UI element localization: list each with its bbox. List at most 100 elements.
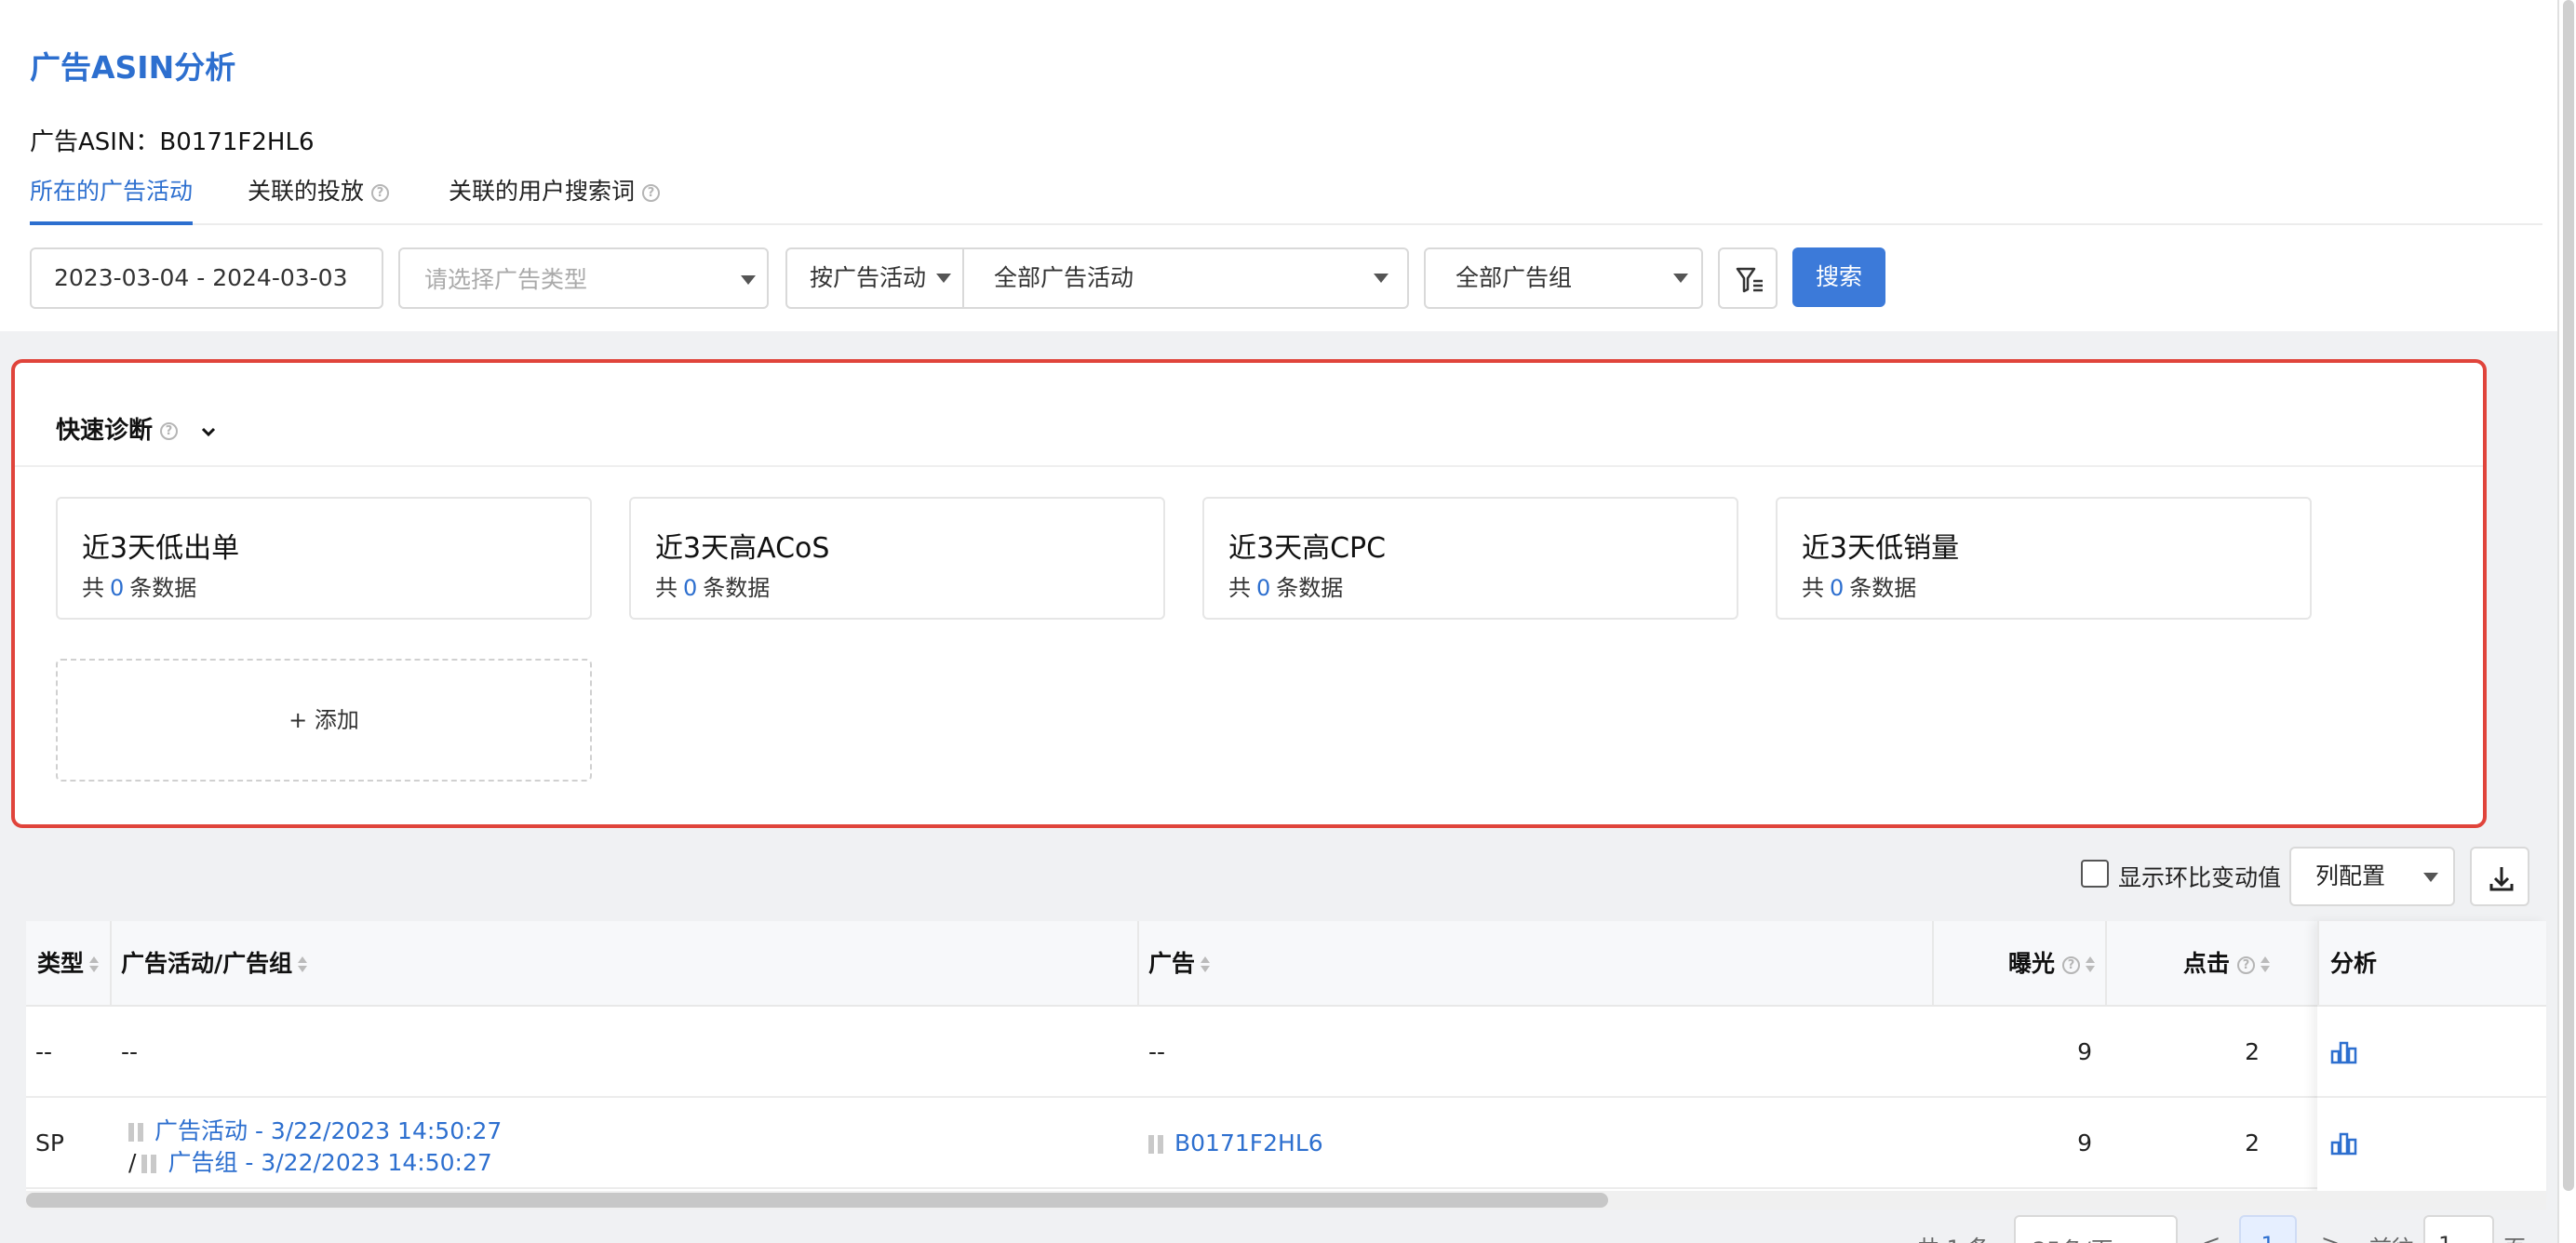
date-range-picker[interactable]: 2023-03-04 - 2024-03-03 bbox=[30, 247, 383, 309]
cell-campaign: -- bbox=[121, 1038, 139, 1065]
scrollbar-thumb[interactable] bbox=[26, 1193, 1608, 1208]
quick-diagnose-header[interactable]: 快速诊断? bbox=[56, 411, 218, 446]
total-count: 共 1 条 bbox=[1917, 1230, 1991, 1243]
diagnose-card-high-acos[interactable]: 近3天高ACoS 共 0 条数据 bbox=[629, 497, 1165, 620]
advanced-filter-button[interactable] bbox=[1718, 247, 1778, 309]
ad-group-link[interactable]: 广告组 - 3/22/2023 14:50:27 bbox=[141, 1149, 492, 1176]
bar-chart-icon[interactable] bbox=[2330, 1040, 2358, 1064]
header-label: 类型 bbox=[37, 950, 85, 977]
header-type[interactable]: 类型 bbox=[37, 921, 100, 1007]
count-value: 0 bbox=[1256, 575, 1271, 601]
scrollbar-thumb[interactable] bbox=[2563, 0, 2574, 1191]
tab-search-terms[interactable]: 关联的用户搜索词? bbox=[449, 173, 661, 225]
header-impressions[interactable]: 曝光? bbox=[2008, 921, 2096, 1007]
page-suffix: 页 bbox=[2503, 1230, 2526, 1243]
page-title: 广告ASIN分析 bbox=[30, 49, 236, 86]
pause-icon bbox=[128, 1123, 143, 1142]
help-icon: ? bbox=[2062, 956, 2081, 974]
add-diagnose-button[interactable]: + 添加 bbox=[56, 659, 592, 782]
download-button[interactable] bbox=[2470, 847, 2529, 906]
data-table: 类型 广告活动/广告组 广告 曝光? 点击? -- -- -- 9 2 SP 广… bbox=[26, 921, 2546, 1198]
next-page-icon[interactable]: > bbox=[2321, 1230, 2340, 1243]
sort-icon bbox=[1201, 956, 1211, 973]
column-config-label: 列配置 bbox=[2315, 862, 2386, 889]
column-config-select[interactable]: 列配置 bbox=[2289, 847, 2455, 906]
vertical-scrollbar[interactable] bbox=[2557, 0, 2576, 1243]
header-analysis: 分析 bbox=[2317, 921, 2546, 1007]
tab-label: 关联的投放 bbox=[248, 178, 365, 205]
group-prefix: / bbox=[128, 1149, 137, 1176]
tab-bar: 所在的广告活动 关联的投放? 关联的用户搜索词? bbox=[30, 173, 2542, 225]
ad-asin: B0171F2HL6 bbox=[1174, 1129, 1323, 1156]
divider bbox=[110, 921, 112, 1007]
card-title: 近3天高CPC bbox=[1228, 532, 1387, 565]
show-change-checkbox[interactable] bbox=[2081, 860, 2109, 888]
tab-targeting[interactable]: 关联的投放? bbox=[248, 173, 390, 225]
card-count: 共 0 条数据 bbox=[1228, 569, 1343, 602]
count-prefix: 共 bbox=[82, 575, 104, 601]
campaign-link[interactable]: 广告活动 - 3/22/2023 14:50:27 bbox=[128, 1113, 502, 1146]
divider bbox=[1137, 921, 1139, 1007]
help-icon: ? bbox=[371, 183, 390, 202]
ad-group-select[interactable]: 全部广告组 bbox=[1424, 247, 1703, 309]
campaign-value: 全部广告活动 bbox=[994, 264, 1134, 291]
campaign-name: 广告活动 - 3/22/2023 14:50:27 bbox=[154, 1117, 503, 1144]
download-icon bbox=[2489, 867, 2514, 891]
asin-value: B0171F2HL6 bbox=[159, 128, 315, 156]
count-suffix: 条数据 bbox=[1276, 575, 1344, 601]
page-number: 1 bbox=[2241, 1232, 2295, 1243]
ad-type-placeholder: 请选择广告类型 bbox=[424, 266, 588, 293]
tab-label: 所在的广告活动 bbox=[30, 178, 194, 205]
goto-page-input[interactable]: 1 bbox=[2423, 1215, 2494, 1243]
header-clicks[interactable]: 点击? bbox=[2183, 921, 2271, 1007]
count-suffix: 条数据 bbox=[1849, 575, 1917, 601]
count-value: 0 bbox=[110, 575, 125, 601]
bar-chart-icon[interactable] bbox=[2330, 1131, 2358, 1156]
chevron-down-icon bbox=[1374, 274, 1389, 283]
search-button[interactable]: 搜索 bbox=[1792, 247, 1885, 307]
group-by-select[interactable]: 按广告活动 bbox=[787, 249, 964, 307]
chevron-down-icon bbox=[1673, 274, 1688, 283]
cell-type: SP bbox=[35, 1129, 64, 1156]
ad-asin-link[interactable]: B0171F2HL6 bbox=[1148, 1129, 1323, 1156]
count-prefix: 共 bbox=[1802, 575, 1824, 601]
diagnose-card-high-cpc[interactable]: 近3天高CPC 共 0 条数据 bbox=[1202, 497, 1738, 620]
count-prefix: 共 bbox=[655, 575, 678, 601]
date-range-value: 2023-03-04 - 2024-03-03 bbox=[54, 264, 348, 291]
card-title: 近3天低销量 bbox=[1802, 532, 1960, 565]
diagnose-card-low-sales[interactable]: 近3天低销量 共 0 条数据 bbox=[1776, 497, 2312, 620]
count-value: 0 bbox=[1830, 575, 1845, 601]
chevron-down-icon bbox=[936, 274, 951, 283]
analysis-cell bbox=[2317, 1007, 2546, 1098]
cell-type: -- bbox=[35, 1038, 53, 1065]
group-by-value: 按广告活动 bbox=[810, 264, 927, 291]
sort-icon bbox=[2086, 956, 2096, 973]
card-title: 近3天高ACoS bbox=[655, 532, 830, 565]
page: 广告ASIN分析 广告ASIN：B0171F2HL6 所在的广告活动 关联的投放… bbox=[0, 0, 2576, 1243]
page-size-select[interactable]: 25条/页 bbox=[2014, 1215, 2178, 1243]
header-label: 曝光 bbox=[2008, 950, 2056, 977]
cell-ad-group: / 广告组 - 3/22/2023 14:50:27 bbox=[128, 1144, 492, 1178]
analysis-column: 分析 bbox=[2317, 921, 2546, 1198]
asin-label: 广告ASIN： bbox=[30, 128, 160, 156]
card-title: 近3天低出单 bbox=[82, 532, 240, 565]
count-prefix: 共 bbox=[1228, 575, 1251, 601]
quick-diagnose-panel: 快速诊断? 近3天低出单 共 0 条数据 近3天高ACoS 共 0 条数据 近3天高CP… bbox=[11, 359, 2487, 828]
header-ad[interactable]: 广告 bbox=[1148, 921, 1211, 1007]
count-suffix: 条数据 bbox=[703, 575, 771, 601]
ad-type-select[interactable]: 请选择广告类型 bbox=[398, 247, 769, 309]
tab-label: 关联的用户搜索词 bbox=[449, 178, 636, 205]
campaign-select[interactable]: 全部广告活动 bbox=[964, 249, 1407, 307]
diagnose-card-low-orders[interactable]: 近3天低出单 共 0 条数据 bbox=[56, 497, 592, 620]
header-campaign-group[interactable]: 广告活动/广告组 bbox=[121, 921, 308, 1007]
cell-ad: -- bbox=[1148, 1038, 1166, 1065]
quick-diagnose-title: 快速诊断 bbox=[56, 417, 154, 445]
sort-icon bbox=[2261, 956, 2271, 973]
tab-campaigns[interactable]: 所在的广告活动 bbox=[30, 173, 194, 225]
prev-page-icon[interactable]: < bbox=[2202, 1230, 2220, 1243]
page-number-current[interactable]: 1 bbox=[2239, 1215, 2297, 1243]
help-icon: ? bbox=[2237, 956, 2256, 974]
pause-icon bbox=[141, 1155, 157, 1173]
horizontal-scrollbar[interactable] bbox=[26, 1191, 2546, 1210]
sort-icon bbox=[298, 956, 308, 973]
